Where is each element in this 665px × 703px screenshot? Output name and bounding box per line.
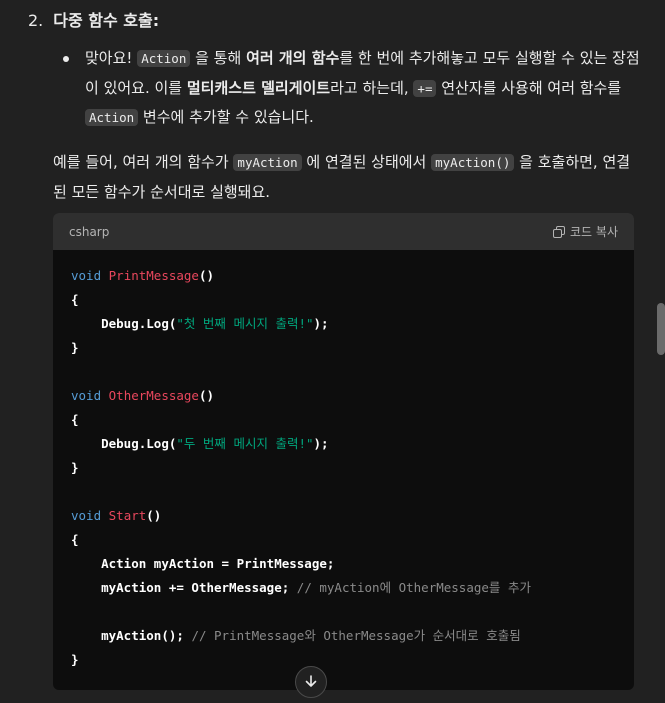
keyword: void (71, 508, 102, 523)
code-text: Action myAction = PrintMessage; (101, 556, 335, 571)
section-heading: 2. 다중 함수 호출: (28, 9, 159, 33)
code-block-header: csharp 코드 복사 (53, 213, 634, 250)
code-language: csharp (69, 224, 110, 239)
text: 에 연결된 상태에서 (301, 153, 432, 171)
code-comment: // myAction에 OtherMessage를 추가 (296, 580, 531, 595)
code-text: myAction(); (101, 628, 184, 643)
punctuation: ); (313, 436, 329, 451)
punctuation: () (198, 388, 215, 403)
text: 라고 하는데, (330, 78, 414, 97)
copy-icon (553, 225, 566, 238)
scroll-down-button[interactable] (295, 666, 327, 698)
text: 예를 들어, 여러 개의 함수가 (53, 153, 234, 171)
function-name: PrintMessage (108, 268, 199, 283)
text: 맞아요! (85, 49, 138, 67)
inline-code: Action (137, 50, 191, 67)
scrollbar-thumb[interactable] (657, 303, 665, 355)
keyword: void (71, 268, 102, 283)
bullet-paragraph: 맞아요! Action 을 통해 여러 개의 함수를 한 번에 추가해놓고 모두… (85, 44, 640, 133)
copy-code-button[interactable]: 코드 복사 (553, 223, 618, 240)
text: 변수에 추가할 수 있습니다. (138, 108, 314, 126)
arrow-down-icon (304, 673, 318, 692)
punctuation: { (71, 412, 79, 427)
punctuation: } (71, 460, 79, 475)
punctuation: { (71, 532, 79, 547)
inline-code: myAction() (431, 154, 515, 171)
text: 연산자를 사용해 여러 함수를 (436, 78, 622, 97)
keyword: void (71, 388, 102, 403)
bold-text: 멀티캐스트 델리게이트 (186, 78, 331, 97)
inline-code: += (413, 79, 437, 97)
punctuation: } (71, 340, 79, 355)
list-number: 2. (28, 11, 44, 30)
punctuation: } (71, 652, 79, 667)
inline-code: myAction (233, 154, 302, 171)
code-block: csharp 코드 복사 void PrintMessage() { Debug… (53, 213, 634, 690)
function-name: OtherMessage (108, 388, 199, 403)
punctuation: { (71, 292, 79, 307)
example-paragraph: 예를 들어, 여러 개의 함수가 myAction 에 연결된 상태에서 myA… (53, 148, 638, 206)
code-text: myAction += OtherMessage; (101, 580, 290, 595)
string-literal: "두 번째 메시지 출력!" (176, 436, 314, 451)
punctuation: () (198, 268, 215, 283)
code-comment: // PrintMessage와 OtherMessage가 순서대로 호출됨 (191, 628, 521, 643)
copy-code-label: 코드 복사 (570, 225, 618, 239)
string-literal: "첫 번째 메시지 출력!" (176, 316, 314, 331)
bold-text: 여러 개의 함수 (246, 49, 340, 67)
code-text: Debug.Log( (101, 436, 177, 451)
inline-code: Action (85, 109, 139, 126)
punctuation: () (146, 508, 162, 523)
text: 을 통해 (190, 49, 247, 67)
bullet-dot (63, 56, 69, 62)
heading-title: 다중 함수 호출: (53, 11, 160, 30)
punctuation: ); (313, 316, 329, 331)
code-text: Debug.Log( (101, 316, 177, 331)
function-name: Start (108, 508, 147, 523)
code-body: void PrintMessage() { Debug.Log("첫 번째 메시… (53, 250, 634, 686)
